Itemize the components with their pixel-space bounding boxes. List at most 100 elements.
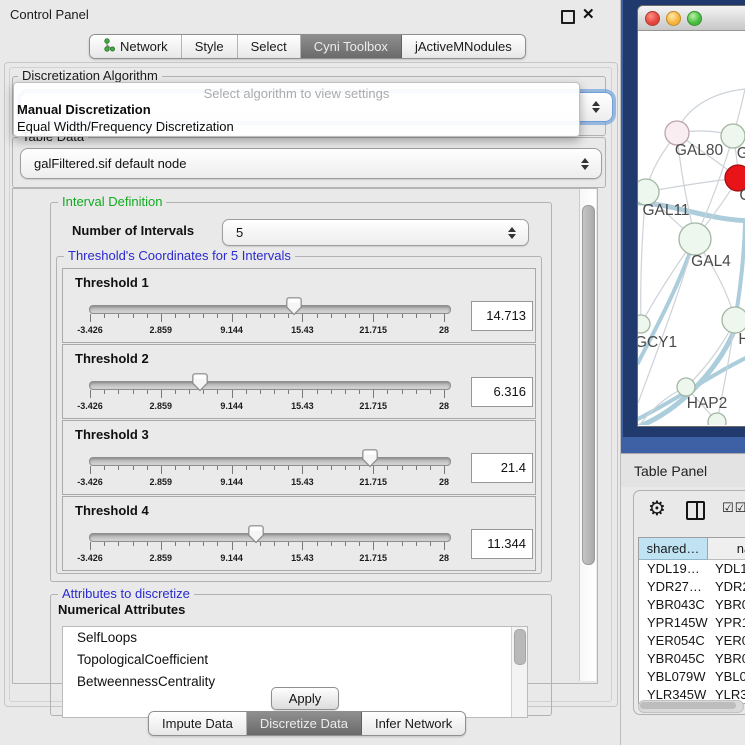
slider-major-tick: [161, 466, 162, 474]
tab-jactivemnodules[interactable]: jActiveMNodules: [402, 35, 525, 58]
slider-minor-tick: [118, 542, 119, 546]
attribute-item-selfloops[interactable]: SelfLoops: [63, 627, 527, 649]
slider-minor-tick: [217, 466, 218, 470]
slider-tick-label: 21.715: [359, 477, 387, 487]
slider-minor-tick: [288, 390, 289, 394]
slider-tick-label: 15.43: [291, 325, 314, 335]
minimize-traffic-light-icon[interactable]: [666, 11, 681, 26]
table-hscrollbar-thumb[interactable]: [640, 702, 736, 709]
network-canvas[interactable]: GAL80GACGAL11GAL4HGCY1HAP2: [638, 31, 745, 425]
slider-track[interactable]: [89, 381, 451, 390]
tab-network[interactable]: Network: [90, 35, 182, 58]
checkbox-icons[interactable]: ☑☑: [722, 501, 745, 516]
table-data-combobox[interactable]: galFiltered.sif default node: [20, 148, 602, 179]
tab-impute-data[interactable]: Impute Data: [149, 712, 247, 735]
network-node-label: HAP2: [687, 395, 728, 412]
slider-minor-tick: [246, 390, 247, 394]
slider-major-tick: [90, 466, 91, 474]
slider-tick-label: -3.426: [77, 553, 103, 563]
columns-icon[interactable]: [686, 501, 705, 520]
close-icon[interactable]: ✕: [582, 5, 595, 23]
slider-thumb[interactable]: [362, 449, 378, 468]
slider-minor-tick: [331, 542, 332, 546]
table-row[interactable]: YBR043CYBR0: [639, 596, 745, 614]
slider-tick-label: 21.715: [359, 553, 387, 563]
threshold-label: Threshold 2: [75, 351, 149, 366]
slider-minor-tick: [387, 314, 388, 318]
attribute-item-topologicalcoefficient[interactable]: TopologicalCoefficient: [63, 649, 527, 671]
slider-minor-tick: [317, 314, 318, 318]
tab-label: Select: [251, 39, 287, 54]
network-node-gcy1[interactable]: [638, 315, 650, 333]
slider-tick-label: 15.43: [291, 477, 314, 487]
threshold-value-field[interactable]: 11.344: [471, 529, 533, 559]
table-row[interactable]: YBR045CYBR0: [639, 650, 745, 668]
slider-minor-tick: [104, 466, 105, 470]
number-of-intervals-combobox[interactable]: 5: [222, 219, 529, 246]
table-row[interactable]: YDR27…YDR2: [639, 578, 745, 596]
table-row[interactable]: YDL19…YDL1: [639, 560, 745, 578]
table-row[interactable]: YBL079WYBL0: [639, 668, 745, 686]
gear-icon[interactable]: ⚙: [648, 496, 666, 520]
cell-shared-name: YDL19…: [647, 560, 700, 578]
slider-minor-tick: [430, 542, 431, 546]
zoom-traffic-light-icon[interactable]: [687, 11, 702, 26]
threshold-value-field[interactable]: 6.316: [471, 377, 533, 407]
list-scrollbar-thumb[interactable]: [514, 629, 526, 665]
attribute-items: SelfLoopsTopologicalCoefficientBetweenne…: [63, 627, 527, 693]
slider-track[interactable]: [89, 305, 451, 314]
slider-minor-tick: [175, 314, 176, 318]
slider-tick-label: 9.144: [220, 401, 243, 411]
thresholds-group-title: Threshold's Coordinates for 5 Intervals: [64, 249, 295, 263]
column-header-name[interactable]: name: [708, 538, 745, 560]
apply-button[interactable]: Apply: [271, 687, 339, 710]
tab-style[interactable]: Style: [182, 35, 238, 58]
network-node[interactable]: [708, 413, 726, 425]
slider-minor-tick: [402, 542, 403, 546]
column-header-shared[interactable]: shared…: [639, 538, 708, 560]
slider-track[interactable]: [89, 533, 451, 542]
dropdown-option-equal-width-frequency-discretization[interactable]: Equal Width/Frequency Discretization: [17, 119, 234, 134]
network-icon: [103, 38, 115, 55]
network-view-window: GAL80GACGAL11GAL4HGCY1HAP2: [637, 5, 745, 427]
float-window-icon[interactable]: [561, 10, 575, 24]
panel-scrollbar[interactable]: [579, 189, 596, 681]
table-row[interactable]: YER054CYER0: [639, 632, 745, 650]
network-window-titlebar[interactable]: [638, 6, 745, 31]
tab-cyni-toolbox[interactable]: Cyni Toolbox: [301, 35, 402, 58]
bottom-tabbar: Impute DataDiscretize DataInfer Network: [148, 711, 466, 736]
slider-thumb[interactable]: [248, 525, 264, 544]
network-edge-thick[interactable]: [735, 224, 745, 320]
threshold-value-field[interactable]: 21.4: [471, 453, 533, 483]
interval-definition-group-title: Interval Definition: [58, 195, 166, 209]
dropdown-placeholder-option[interactable]: Select algorithm to view settings: [14, 86, 579, 101]
network-node-gal4[interactable]: [679, 223, 711, 255]
slider-thumb[interactable]: [286, 297, 302, 316]
tab-infer-network[interactable]: Infer Network: [362, 712, 465, 735]
network-edge[interactable]: [646, 178, 738, 192]
network-node-hap2[interactable]: [677, 378, 695, 396]
tab-discretize-data[interactable]: Discretize Data: [247, 712, 362, 735]
slider-major-tick: [444, 390, 445, 398]
slider-major-tick: [373, 390, 374, 398]
slider-tick-label: -3.426: [77, 325, 103, 335]
slider-minor-tick: [217, 314, 218, 318]
threshold-value-field[interactable]: 14.713: [471, 301, 533, 331]
slider-tick-label: 2.859: [150, 401, 173, 411]
list-scrollbar[interactable]: [511, 627, 527, 717]
slider-tick-label: 2.859: [150, 325, 173, 335]
dropdown-option-manual-discretization[interactable]: Manual Discretization: [17, 102, 151, 117]
panel-scrollbar-thumb[interactable]: [582, 205, 595, 565]
slider-minor-tick: [416, 314, 417, 318]
network-node-h[interactable]: [722, 307, 745, 333]
table-hscrollbar[interactable]: [638, 700, 744, 713]
slider-track[interactable]: [89, 457, 451, 466]
table-row[interactable]: YPR145WYPR1: [639, 614, 745, 632]
slider-thumb[interactable]: [192, 373, 208, 392]
slider-minor-tick: [402, 390, 403, 394]
threshold-label: Threshold 3: [75, 427, 149, 442]
close-traffic-light-icon[interactable]: [645, 11, 660, 26]
tab-select[interactable]: Select: [238, 35, 301, 58]
table-data-selected-value: galFiltered.sif default node: [34, 156, 186, 171]
slider-major-tick: [161, 390, 162, 398]
